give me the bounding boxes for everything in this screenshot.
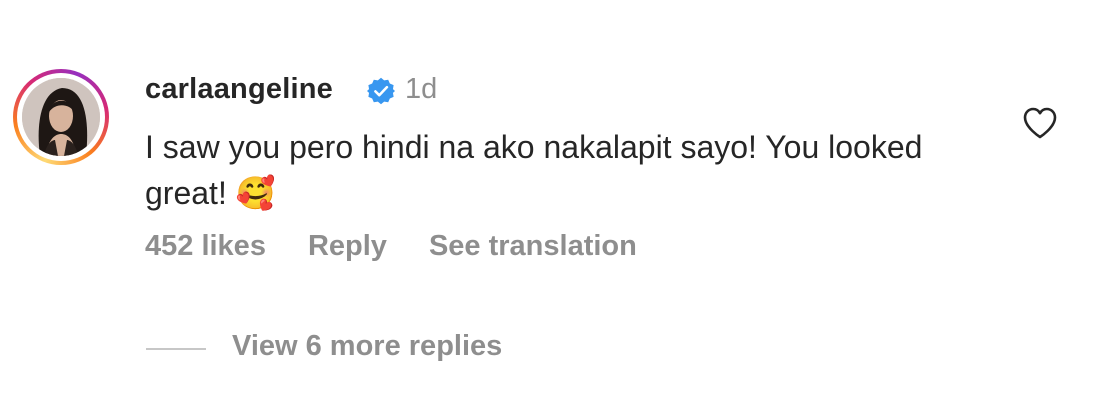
avatar-story-ring[interactable] [13, 69, 109, 165]
comment-actions: 452 likes Reply See translation [145, 230, 679, 263]
username[interactable]: carlaangeline [145, 73, 333, 106]
smiling-face-with-hearts-emoji: 🥰 [235, 174, 276, 212]
see-translation-button[interactable]: See translation [429, 230, 637, 262]
replies-divider [146, 348, 206, 350]
likes-count[interactable]: 452 likes [145, 230, 266, 262]
view-more-replies-button[interactable]: View 6 more replies [232, 330, 502, 363]
comment-timestamp[interactable]: 1d [405, 73, 437, 106]
heart-outline-icon[interactable] [1022, 106, 1058, 140]
comment-text: I saw you pero hindi na ako nakalapit sa… [145, 124, 1005, 216]
verified-badge-icon [367, 77, 395, 105]
comment: carlaangeline 1d I saw you pero hindi na… [0, 0, 1120, 413]
avatar[interactable] [22, 78, 100, 156]
reply-button[interactable]: Reply [308, 230, 387, 262]
avatar-image [22, 78, 100, 156]
